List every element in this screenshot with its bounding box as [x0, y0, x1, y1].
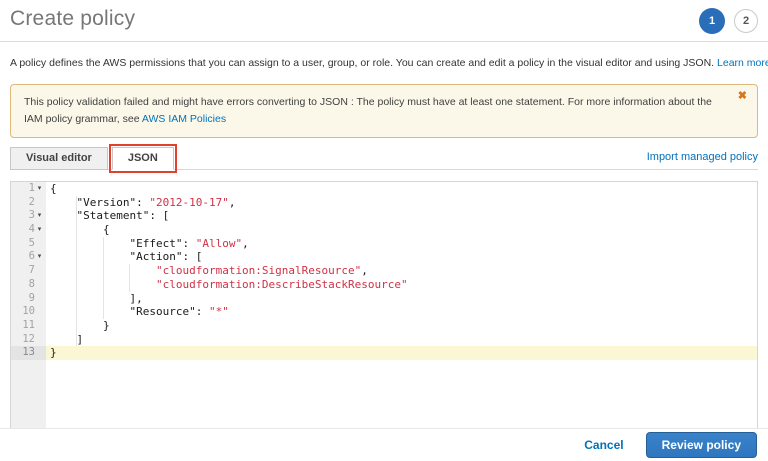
intro-text: A policy defines the AWS permissions tha… — [10, 57, 758, 69]
warning-sentence: This policy validation failed and might … — [24, 96, 712, 125]
fold-caret-icon[interactable]: ▾ — [35, 223, 44, 237]
gutter-line-number: 4▾ — [11, 223, 46, 237]
gutter-line-number: 9 — [11, 292, 46, 306]
page-title: Create policy — [10, 7, 135, 31]
footer-bar: Cancel Review policy — [0, 428, 768, 461]
code-line[interactable]: ] — [50, 333, 757, 347]
tab-visual-editor[interactable]: Visual editor — [10, 147, 108, 170]
code-line[interactable]: "Version": "2012-10-17", — [50, 196, 757, 210]
code-line[interactable]: } — [50, 319, 757, 333]
code-line[interactable]: "cloudformation:DescribeStackResource" — [50, 278, 757, 292]
header-divider — [0, 41, 768, 42]
gutter-line-number: 2 — [11, 196, 46, 210]
gutter-line-number: 8 — [11, 278, 46, 292]
step-indicator: 1 2 — [699, 7, 758, 34]
aws-iam-policies-link[interactable]: AWS IAM Policies — [142, 113, 226, 125]
validation-warning-banner: This policy validation failed and might … — [10, 84, 758, 138]
cancel-button[interactable]: Cancel — [584, 438, 623, 452]
review-policy-button[interactable]: Review policy — [646, 432, 757, 458]
json-editor[interactable]: 1▾23▾4▾56▾78910111213 { "Version": "2012… — [10, 181, 758, 437]
step-1-badge: 1 — [699, 8, 725, 34]
fold-caret-icon[interactable]: ▾ — [35, 182, 44, 196]
code-line[interactable]: "Statement": [ — [50, 209, 757, 223]
fold-caret-icon[interactable]: ▾ — [35, 209, 44, 223]
gutter-line-number: 13 — [11, 346, 46, 360]
gutter-line-number: 7 — [11, 264, 46, 278]
fold-caret-icon[interactable]: ▾ — [35, 250, 44, 264]
gutter-line-number: 5 — [11, 237, 46, 251]
code-line[interactable]: "cloudformation:SignalResource", — [50, 264, 757, 278]
editor-gutter: 1▾23▾4▾56▾78910111213 — [11, 182, 46, 436]
code-line[interactable]: { — [50, 223, 757, 237]
step-2-badge: 2 — [734, 9, 758, 33]
code-line[interactable]: "Effect": "Allow", — [50, 237, 757, 251]
gutter-line-number: 12 — [11, 333, 46, 347]
learn-more-link[interactable]: Learn more — [717, 57, 768, 69]
gutter-line-number: 3▾ — [11, 209, 46, 223]
code-line[interactable]: ], — [50, 292, 757, 306]
code-line[interactable]: "Action": [ — [50, 250, 757, 264]
gutter-line-number: 11 — [11, 319, 46, 333]
code-line[interactable]: "Resource": "*" — [50, 305, 757, 319]
gutter-line-number: 1▾ — [11, 182, 46, 196]
create-policy-page: Create policy 1 2 A policy defines the A… — [0, 0, 768, 461]
import-managed-policy-link[interactable]: Import managed policy — [647, 151, 758, 166]
gutter-line-number: 10 — [11, 305, 46, 319]
editor-code[interactable]: { "Version": "2012-10-17", "Statement": … — [46, 182, 757, 436]
gutter-line-number: 6▾ — [11, 250, 46, 264]
close-icon[interactable]: ✖ — [738, 91, 747, 102]
code-line[interactable]: { — [50, 182, 757, 196]
validation-warning-text: This policy validation failed and might … — [24, 94, 727, 128]
page-header: Create policy 1 2 — [10, 0, 758, 34]
intro-sentence: A policy defines the AWS permissions tha… — [10, 57, 714, 69]
code-line-active[interactable]: } — [46, 346, 757, 360]
tab-json[interactable]: JSON — [112, 147, 174, 170]
tab-bar: Visual editor JSON Import managed policy — [10, 147, 758, 170]
